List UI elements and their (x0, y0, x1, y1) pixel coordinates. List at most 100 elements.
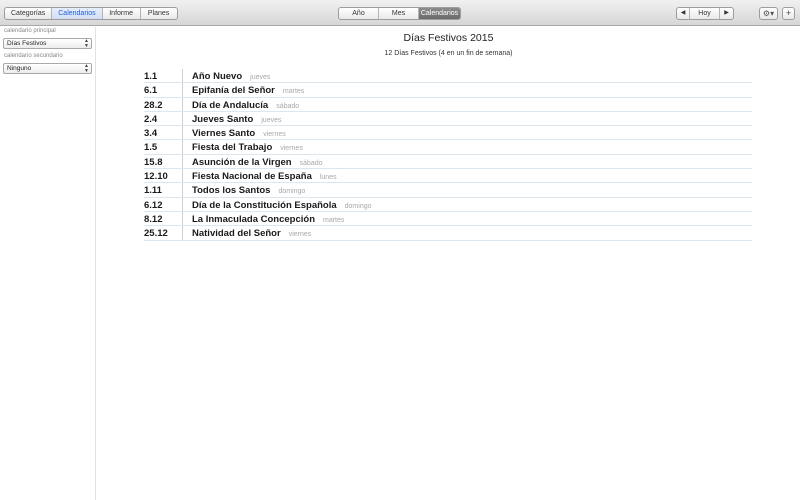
holiday-weekday: domingo (278, 188, 306, 196)
holiday-list: 1.1 Año Nuevo jueves 6.1 Epifanía del Señor m… (144, 69, 752, 241)
holiday-date: 28.2 (144, 99, 163, 111)
sidebar: calendario principal Días Festivos ▲ ▼ ca… (0, 27, 96, 500)
holiday-row[interactable]: 6.12 Día de la Constitución Española domin… (144, 197, 752, 212)
tab-planes[interactable]: Planes (141, 8, 177, 19)
page-subtitle: 12 Días Festivos (4 en un fin de semana) (384, 50, 513, 57)
main-content: Días Festivos 2015 12 Días Festivos (4 e… (97, 27, 800, 500)
updown-chevron-icon: ▲ ▼ (84, 63, 89, 74)
holiday-name-cell: Asunción de la Virgen sábado (192, 157, 323, 168)
add-button[interactable]: + (782, 7, 795, 20)
column-divider (182, 69, 183, 83)
holiday-name-cell: Día de Andalucía sábado (192, 100, 299, 111)
column-divider (182, 97, 183, 111)
holiday-name: La Inmaculada Concepción (192, 213, 315, 225)
holiday-date: 6.12 (144, 199, 163, 211)
secondary-calendar-label: calendario secundario (4, 53, 63, 59)
holiday-date: 12.10 (144, 171, 168, 183)
holiday-date: 15.8 (144, 156, 163, 168)
holiday-weekday: sábado (276, 102, 300, 110)
view-segmented-control: Año Mes Calendarios (338, 7, 461, 20)
holiday-name-cell: Jueves Santo jueves (192, 114, 281, 125)
holiday-weekday: viernes (288, 231, 312, 239)
previous-arrow-icon[interactable]: ◀ (677, 8, 690, 19)
holiday-row[interactable]: 8.12 La Inmaculada Concepción martes (144, 211, 752, 227)
holiday-name: Año Nuevo (192, 71, 243, 82)
column-divider (182, 83, 183, 97)
holiday-date: 1.11 (144, 185, 162, 197)
primary-calendar-label: calendario principal (4, 28, 56, 34)
column-divider (182, 154, 183, 169)
updown-chevron-icon: ▲ ▼ (84, 38, 89, 49)
holiday-name: Día de la Constitución Española (192, 199, 337, 211)
column-divider (182, 183, 183, 197)
holiday-row[interactable]: 25.12 Natividad del Señor viernes (144, 226, 752, 241)
holiday-name: Día de Andalucía (192, 99, 269, 111)
holiday-name-cell: Día de la Constitución Española domingo (192, 200, 372, 211)
column-divider (182, 197, 183, 211)
holiday-name: Fiesta del Trabajo (192, 142, 273, 154)
next-arrow-icon[interactable]: ▶ (720, 8, 733, 19)
holiday-date: 1.1 (144, 71, 158, 82)
holiday-name: Epifanía del Señor (192, 85, 275, 97)
holiday-weekday: viernes (280, 145, 303, 153)
holiday-row[interactable]: 3.4 Viernes Santo viernes (144, 126, 752, 141)
page-title: Días Festivos 2015 (403, 32, 494, 44)
holiday-date: 25.12 (144, 228, 168, 240)
holiday-name-cell: La Inmaculada Concepción martes (192, 214, 344, 225)
primary-calendar-select[interactable]: Días Festivos ▲ ▼ (3, 38, 92, 49)
holiday-name: Jueves Santo (192, 113, 254, 125)
holiday-name-cell: Natividad del Señor viernes (192, 228, 311, 239)
holiday-name: Viernes Santo (192, 128, 256, 140)
holiday-weekday: domingo (344, 202, 372, 210)
today-button[interactable]: Hoy (690, 8, 720, 19)
holiday-row[interactable]: 2.4 Jueves Santo jueves (144, 111, 752, 127)
holiday-row[interactable]: 12.10 Fiesta Nacional de España lunes (144, 169, 752, 184)
holiday-weekday: lunes (319, 174, 337, 182)
holiday-name-cell: Epifanía del Señor martes (192, 85, 304, 96)
holiday-row[interactable]: 1.1 Año Nuevo jueves (144, 69, 752, 84)
holiday-weekday: jueves (250, 74, 271, 81)
column-divider (182, 211, 183, 226)
holiday-name-cell: Año Nuevo jueves (192, 71, 270, 82)
primary-calendar-value: Días Festivos (7, 40, 47, 47)
toolbar: Categorías Calendarios Informe Planes Añ… (0, 0, 800, 26)
holiday-row[interactable]: 1.11 Todos los Santos domingo (144, 183, 752, 198)
view-tab-mes[interactable]: Mes (379, 8, 419, 19)
holiday-date: 2.4 (144, 113, 158, 125)
holiday-row[interactable]: 6.1 Epifanía del Señor martes (144, 83, 752, 98)
tab-categorias[interactable]: Categorías (5, 8, 53, 19)
holiday-date: 6.1 (144, 85, 158, 97)
holiday-name: Asunción de la Virgen (192, 156, 292, 168)
holiday-weekday: sábado (299, 159, 323, 167)
holiday-weekday: martes (282, 88, 305, 96)
secondary-calendar-select[interactable]: Ninguno ▲ ▼ (3, 63, 92, 74)
mode-segmented-control: Categorías Calendarios Informe Planes (4, 7, 178, 20)
gear-icon[interactable]: ⚙▾ (759, 7, 778, 20)
holiday-row[interactable]: 15.8 Asunción de la Virgen sábado (144, 154, 752, 170)
holiday-date: 1.5 (144, 142, 158, 154)
view-tab-calendarios[interactable]: Calendarios (419, 8, 460, 19)
date-navigation: ◀ Hoy ▶ (676, 7, 734, 20)
column-divider (182, 111, 183, 126)
tab-calendarios[interactable]: Calendarios (52, 8, 103, 19)
holiday-row[interactable]: 28.2 Día de Andalucía sábado (144, 97, 752, 112)
holiday-row[interactable]: 1.5 Fiesta del Trabajo viernes (144, 140, 752, 155)
tab-informe[interactable]: Informe (103, 8, 141, 19)
holiday-weekday: viernes (263, 131, 286, 139)
holiday-name-cell: Viernes Santo viernes (192, 128, 286, 139)
holiday-name: Fiesta Nacional de España (192, 171, 312, 183)
holiday-name: Natividad del Señor (192, 228, 281, 240)
holiday-name-cell: Fiesta Nacional de España lunes (192, 171, 337, 182)
view-tab-ano[interactable]: Año (339, 8, 379, 19)
holiday-weekday: martes (323, 216, 345, 224)
holiday-weekday: jueves (261, 116, 282, 124)
column-divider (182, 126, 183, 140)
secondary-calendar-value: Ninguno (7, 65, 32, 72)
column-divider (182, 226, 183, 240)
holiday-date: 3.4 (144, 128, 158, 140)
column-divider (182, 169, 183, 183)
holiday-name: Todos los Santos (192, 185, 271, 197)
holiday-date: 8.12 (144, 213, 163, 225)
column-divider (182, 140, 183, 154)
holiday-name-cell: Fiesta del Trabajo viernes (192, 142, 303, 153)
